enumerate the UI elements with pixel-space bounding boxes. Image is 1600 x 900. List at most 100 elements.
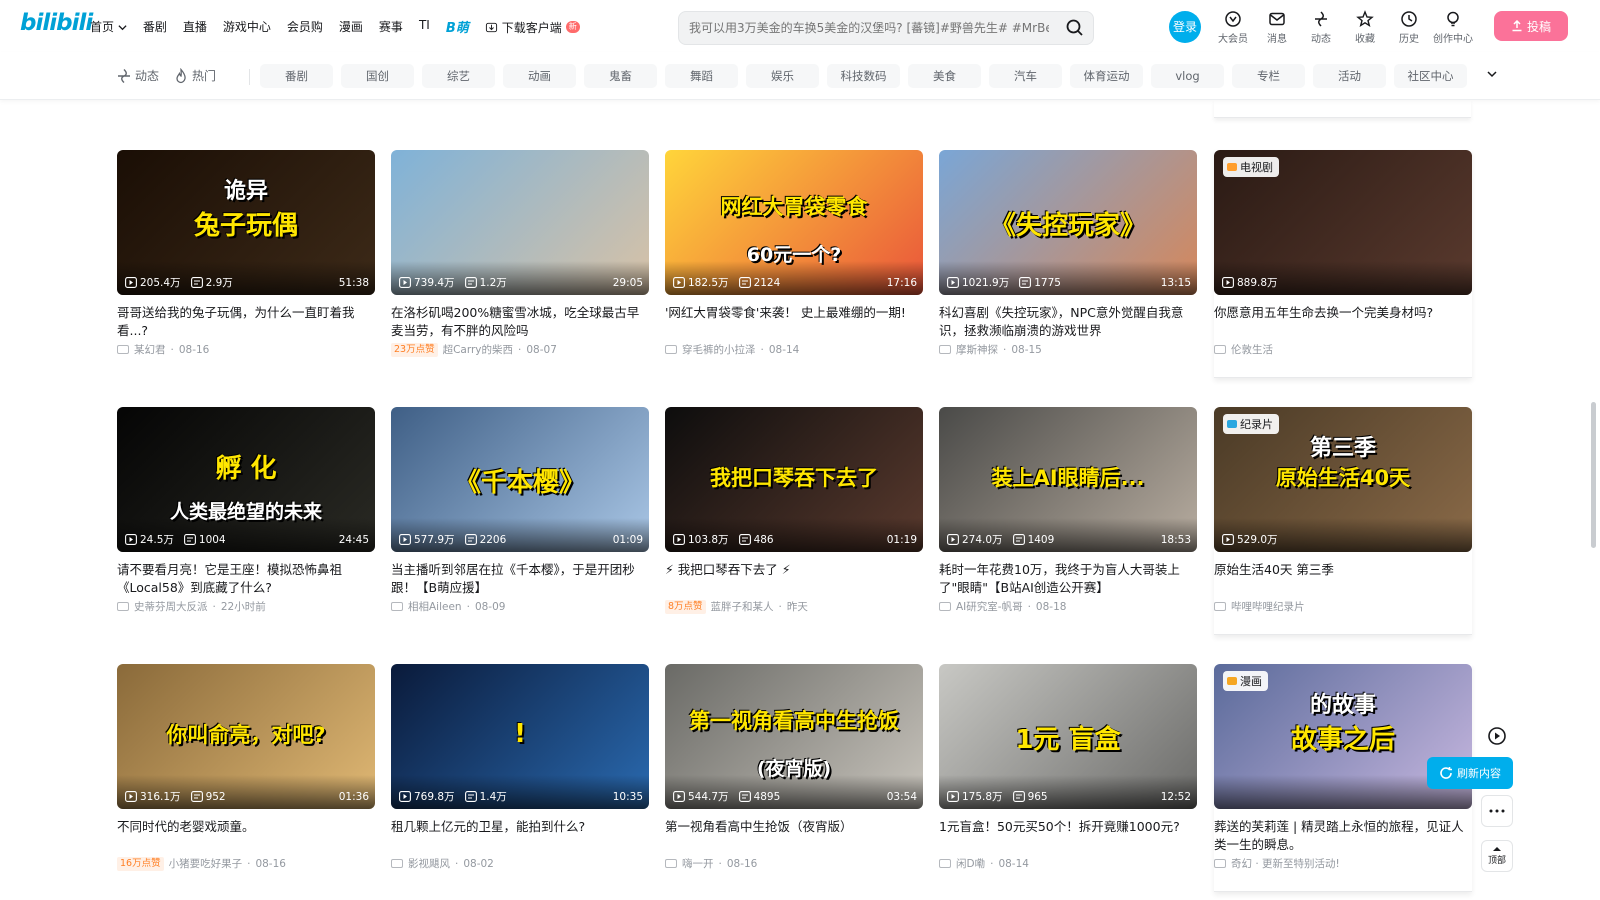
uploader-name[interactable]: 小猪要吃好果子	[169, 856, 243, 871]
video-card[interactable]: 孵 化人类最绝望的未来 24.5万 1004 24:45 请不要看月亮！它是王座！模拟恐…	[117, 407, 375, 614]
video-card[interactable]: 装上AI眼睛后... 274.0万 1409 18:53 耗时一年花费10万，我终于为盲…	[939, 407, 1197, 614]
more-button[interactable]	[1481, 795, 1513, 827]
channel-chip[interactable]: 体育运动	[1070, 64, 1143, 88]
page-scrollbar[interactable]	[1591, 402, 1596, 548]
favorites-entry[interactable]: 收藏	[1345, 10, 1385, 45]
message-entry[interactable]: 消息	[1257, 10, 1297, 45]
nav-match[interactable]: 赛事	[379, 18, 403, 36]
video-title[interactable]: 哥哥送给我的兔子玩偶，为什么一直盯着我看...?	[117, 304, 375, 340]
video-card[interactable]: 1元 盲盒 175.8万 965 12:52 1元盲盒！50元买50个！拆开竟赚1000…	[939, 664, 1197, 871]
channel-chip[interactable]: 汽车	[989, 64, 1062, 88]
video-thumbnail[interactable]: 第一视角看高中生抢饭 (夜宵版) 544.7万 4895 03:54	[665, 664, 923, 809]
video-title[interactable]: 在洛杉矶喝200%糖蜜雪冰城，吃全球最古早麦当劳，有不胖的风险吗	[391, 304, 649, 340]
nav-download-client[interactable]: 下载客户端 新	[485, 18, 580, 36]
video-title[interactable]: 当主播听到邻居在拉《千本樱》，于是开团秒跟！【B萌应援】	[391, 561, 649, 597]
uploader-name[interactable]: 超Carry的柴西	[443, 342, 513, 357]
login-button[interactable]: 登录	[1169, 11, 1201, 43]
video-title[interactable]: '网红大胃袋零食'来袭！ 史上最难绷的一期!	[665, 304, 923, 340]
replay-button[interactable]	[1481, 720, 1513, 752]
video-card[interactable]: 《千本樱》 577.9万 2206 01:09 当主播听到邻居在拉《千本樱》，于是开团秒…	[391, 407, 649, 614]
video-thumbnail[interactable]: 孵 化人类最绝望的未来 24.5万 1004 24:45	[117, 407, 375, 552]
channel-chip[interactable]: 国创	[341, 64, 414, 88]
video-title[interactable]: 葬送的芙莉莲 | 精灵踏上永恒的旅程，见证人类一生的瞬息。	[1214, 818, 1472, 854]
nav-game-center[interactable]: 游戏中心	[223, 18, 271, 36]
video-card[interactable]: 739.4万 1.2万 29:05 在洛杉矶喝200%糖蜜雪冰城，吃全球最古早麦当劳，…	[391, 150, 649, 357]
video-thumbnail[interactable]: 网红大胃袋零食 60元一个? 182.5万 2124 17:16	[665, 150, 923, 295]
video-thumbnail[interactable]: ! 769.8万 1.4万 10:35	[391, 664, 649, 809]
video-thumbnail[interactable]: 《失控玩家》 1021.9万 1775 13:15	[939, 150, 1197, 295]
channel-feed[interactable]: 动态	[116, 67, 159, 84]
video-thumbnail[interactable]: 《千本樱》 577.9万 2206 01:09	[391, 407, 649, 552]
back-to-top-button[interactable]: 顶部	[1481, 840, 1513, 872]
creator-center-entry[interactable]: 创作中心	[1433, 10, 1473, 45]
video-card[interactable]: 《失控玩家》 1021.9万 1775 13:15 科幻喜剧《失控玩家》，NPC意外觉醒…	[939, 150, 1197, 357]
video-title[interactable]: 原始生活40天 第三季	[1214, 561, 1472, 597]
video-card[interactable]: 我把口琴吞下去了 103.8万 486 01:19 ⚡ 我把口琴吞下去了 ⚡ 8万点赞 蓝胖…	[665, 407, 923, 614]
uploader-name[interactable]: 伦敦生活	[1231, 342, 1273, 357]
video-thumbnail[interactable]: 原始生活40天 第三季 纪录片 529.0万	[1214, 407, 1472, 552]
video-title[interactable]: 不同时代的老婴戏顽童。	[117, 818, 375, 854]
uploader-name[interactable]: 某幻君	[134, 342, 166, 357]
nav-bmeng[interactable]: B萌	[446, 17, 469, 36]
channel-chip[interactable]: vlog	[1151, 64, 1224, 88]
uploader-name[interactable]: 摩斯神探	[956, 342, 998, 357]
uploader-name[interactable]: 奇幻 · 更新至特别活动!	[1231, 856, 1340, 871]
video-title[interactable]: 耗时一年花费10万，我终于为盲人大哥装上了"眼睛"【B站AI创造公开赛】	[939, 561, 1197, 597]
video-title[interactable]: 科幻喜剧《失控玩家》，NPC意外觉醒自我意识，拯救濒临崩溃的游戏世界	[939, 304, 1197, 340]
video-card[interactable]: 原始生活40天 第三季 纪录片 529.0万原始生活40天 第三季哔哩哔哩纪录片	[1214, 407, 1472, 635]
video-card[interactable]: ! 769.8万 1.4万 10:35 租几颗上亿元的卫星，能拍到什么? 影视飓风 · 08-…	[391, 664, 649, 871]
video-card[interactable]: 你叫俞亮，对吧? 316.1万 952 01:36 不同时代的老婴戏顽童。 16万点赞 小猪…	[117, 664, 375, 871]
video-title[interactable]: 第一视角看高中生抢饭（夜宵版）	[665, 818, 923, 854]
search-icon[interactable]	[1065, 18, 1085, 38]
uploader-name[interactable]: 蓝胖子和某人	[711, 599, 774, 614]
video-thumbnail[interactable]: 装上AI眼睛后... 274.0万 1409 18:53	[939, 407, 1197, 552]
uploader-name[interactable]: 相相Aileen	[408, 599, 462, 614]
video-card[interactable]: 网红大胃袋零食 60元一个? 182.5万 2124 17:16 '网红大胃袋零食'来袭！…	[665, 150, 923, 357]
refresh-content-button[interactable]: 刷新内容	[1427, 757, 1513, 789]
video-thumbnail[interactable]: 兔子玩偶 诡异 205.4万 2.9万 51:38	[117, 150, 375, 295]
uploader-name[interactable]: 穿毛裤的小拉泽	[682, 342, 756, 357]
uploader-name[interactable]: AI研究室-帆哥	[956, 599, 1023, 614]
video-thumbnail[interactable]: 你叫俞亮，对吧? 316.1万 952 01:36	[117, 664, 375, 809]
uploader-name[interactable]: 哔哩哔哩纪录片	[1231, 599, 1305, 614]
history-entry[interactable]: 历史	[1389, 10, 1429, 45]
video-thumbnail[interactable]: 739.4万 1.2万 29:05	[391, 150, 649, 295]
channel-chip[interactable]: 动画	[503, 64, 576, 88]
video-title[interactable]: 你愿意用五年生命去换一个完美身材吗?	[1214, 304, 1472, 340]
video-thumbnail[interactable]: 电视剧 889.8万	[1214, 150, 1472, 295]
channel-chip[interactable]: 社区中心	[1394, 64, 1467, 88]
video-thumbnail[interactable]: 我把口琴吞下去了 103.8万 486 01:19	[665, 407, 923, 552]
video-thumbnail[interactable]: 1元 盲盒 175.8万 965 12:52	[939, 664, 1197, 809]
nav-live[interactable]: 直播	[183, 18, 207, 36]
video-title[interactable]: ⚡ 我把口琴吞下去了 ⚡	[665, 561, 923, 597]
search-input[interactable]	[689, 19, 1049, 37]
video-title[interactable]: 请不要看月亮！它是王座！模拟恐怖鼻祖《Local58》到底藏了什么?	[117, 561, 375, 597]
channel-chip[interactable]: 综艺	[422, 64, 495, 88]
channel-chip[interactable]: 科技数码	[827, 64, 900, 88]
video-title[interactable]: 租几颗上亿元的卫星，能拍到什么?	[391, 818, 649, 854]
channel-chip[interactable]: 娱乐	[746, 64, 819, 88]
nav-mall[interactable]: 会员购	[287, 18, 323, 36]
upload-button[interactable]: 投稿	[1494, 11, 1568, 41]
nav-home[interactable]: 首页	[90, 18, 127, 36]
channel-chip[interactable]: 鬼畜	[584, 64, 657, 88]
channel-chip[interactable]: 活动	[1313, 64, 1386, 88]
uploader-name[interactable]: 史蒂芬周大反派	[134, 599, 208, 614]
nav-manga[interactable]: 漫画	[339, 18, 363, 36]
uploader-name[interactable]: 影视飓风	[408, 856, 450, 871]
channel-chip[interactable]: 番剧	[260, 64, 333, 88]
dynamic-entry[interactable]: 动态	[1301, 10, 1341, 45]
video-card[interactable]: 电视剧 889.8万你愿意用五年生命去换一个完美身材吗? 伦敦生活	[1214, 150, 1472, 378]
video-card[interactable]: 兔子玩偶 诡异 205.4万 2.9万 51:38 哥哥送给我的兔子玩偶，为什么一直盯着我…	[117, 150, 375, 357]
uploader-name[interactable]: 嗨一开	[682, 856, 714, 871]
bilibili-logo[interactable]: bilibili	[20, 10, 93, 36]
video-title[interactable]: 1元盲盒！50元买50个！拆开竟赚1000元?	[939, 818, 1197, 854]
chevron-down-icon[interactable]	[1486, 68, 1498, 80]
channel-chip[interactable]: 专栏	[1232, 64, 1305, 88]
nav-ti[interactable]: TI	[419, 18, 430, 36]
video-card[interactable]: 第一视角看高中生抢饭 (夜宵版) 544.7万 4895 03:54 第一视角看高中生抢饭…	[665, 664, 923, 871]
channel-chip[interactable]: 美食	[908, 64, 981, 88]
channel-chip[interactable]: 舞蹈	[665, 64, 738, 88]
vip-entry[interactable]: 大会员	[1213, 10, 1253, 45]
uploader-name[interactable]: 闲D嘞	[956, 856, 985, 871]
